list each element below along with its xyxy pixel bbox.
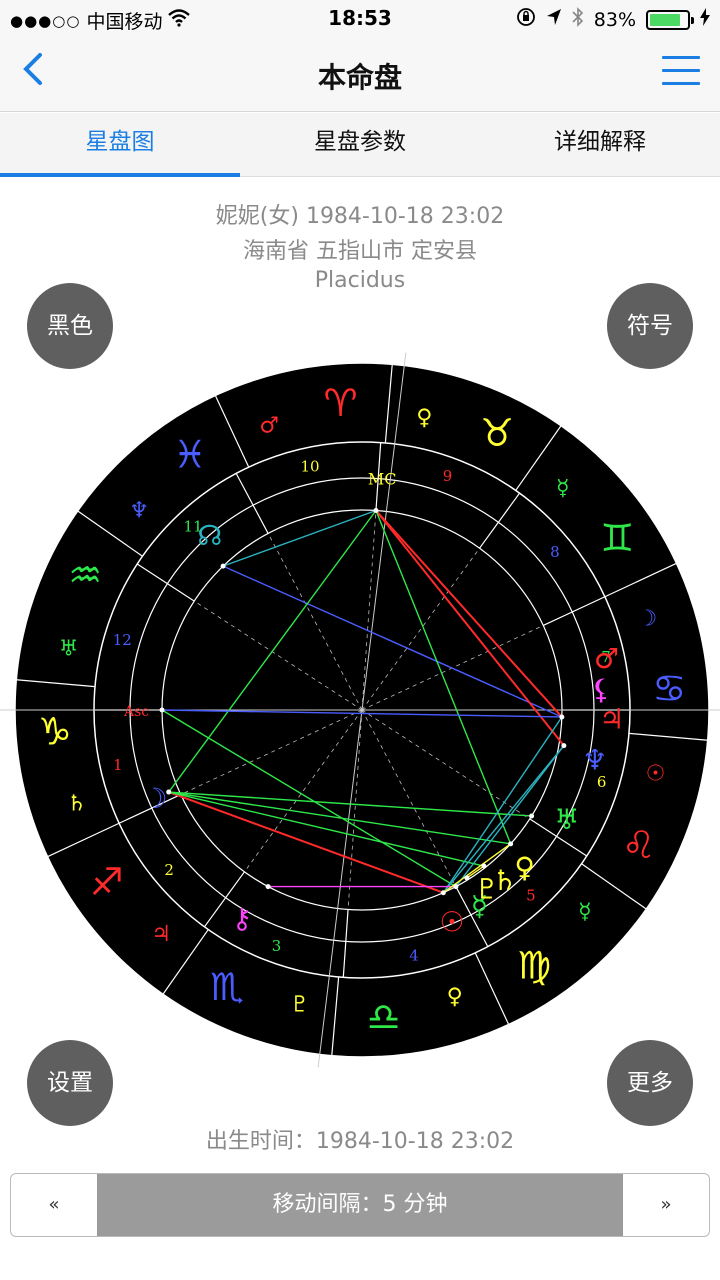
settings-button[interactable]: 设置 <box>27 1040 113 1126</box>
battery-icon <box>646 9 694 30</box>
zodiac-sign-glyph: ♍ <box>517 943 551 987</box>
zodiac-sign-glyph: ♏ <box>210 965 244 1009</box>
sign-ruler-glyph: ♆ <box>129 498 149 523</box>
house-number: 9 <box>443 467 453 485</box>
zodiac-sign-glyph: ♎ <box>366 995 400 1039</box>
sign-ruler-glyph: ☿ <box>556 476 570 501</box>
time-stepper: « 移动间隔：5 分钟 » <box>10 1173 710 1237</box>
house-number: 1 <box>113 756 123 774</box>
moon-glyph: ☽ <box>142 782 167 815</box>
person-info: 妮妮(女) 1984-10-18 23:02 <box>215 204 505 229</box>
zodiac-sign-glyph: ♋ <box>652 667 686 711</box>
sign-ruler-glyph: ♂ <box>259 414 279 439</box>
lilith-glyph: ⚸ <box>591 673 612 706</box>
sign-ruler-glyph: ♀ <box>416 406 432 431</box>
menu-button[interactable] <box>662 56 700 86</box>
asc-label: Asc <box>123 704 149 720</box>
venus-glyph: ♀ <box>514 851 535 884</box>
hamburger-icon <box>662 56 700 59</box>
next-step-button[interactable]: » <box>623 1174 709 1236</box>
uranus-glyph: ♅ <box>554 803 579 836</box>
aspect-point <box>373 507 379 513</box>
house-number: 2 <box>164 861 174 879</box>
node-glyph: ☊ <box>197 519 222 552</box>
house-number: 5 <box>526 886 536 904</box>
status-right: 83% <box>516 7 710 32</box>
tab-chart[interactable]: 星盘图 <box>0 113 240 177</box>
house-number: 3 <box>272 937 282 955</box>
zodiac-sign-glyph: ♈ <box>323 381 357 425</box>
tab-interpretation[interactable]: 详细解释 <box>480 113 720 176</box>
sign-ruler-glyph: ♅ <box>59 637 79 662</box>
zodiac-sign-glyph: ♌ <box>622 823 656 867</box>
jupiter-glyph: ♃ <box>599 703 624 736</box>
sign-ruler-glyph: ♀ <box>447 984 463 1009</box>
zodiac-sign-glyph: ♒ <box>68 553 102 597</box>
aspect-point <box>481 863 487 869</box>
step-interval[interactable]: 移动间隔：5 分钟 <box>97 1174 623 1236</box>
aspect-point <box>159 707 165 713</box>
page-title: 本命盘 <box>317 61 402 94</box>
zodiac-sign-glyph: ♉ <box>480 411 514 455</box>
nav-bar: 本命盘 <box>0 36 720 112</box>
sign-ruler-glyph: ☽ <box>637 606 657 631</box>
house-number: 4 <box>409 947 419 965</box>
house-system: Placidus <box>314 268 406 293</box>
aspect-point <box>559 714 565 720</box>
aspect-point <box>220 563 226 569</box>
zodiac-sign-glyph: ♑ <box>38 709 72 753</box>
mars-glyph: ♂ <box>594 642 619 675</box>
sign-ruler-glyph: ♄ <box>67 792 87 817</box>
zodiac-sign-glyph: ♊ <box>600 516 634 560</box>
tab-bar: 星盘图 星盘参数 详细解释 <box>0 113 720 177</box>
birth-time: 出生时间：1984-10-18 23:02 <box>205 1129 515 1154</box>
sign-ruler-glyph: ♇ <box>290 992 310 1017</box>
zodiac-sign-glyph: ♓ <box>173 433 207 477</box>
zodiac-sign-glyph: ♐ <box>90 860 124 904</box>
aspect-point <box>265 884 271 890</box>
pluto-glyph: ♇ <box>474 873 499 906</box>
house-number: 12 <box>113 631 132 649</box>
aspect-point <box>508 841 514 847</box>
chiron-glyph: ⚷ <box>232 902 253 935</box>
aspect-point <box>453 884 459 890</box>
tab-parameters[interactable]: 星盘参数 <box>240 113 480 176</box>
sign-ruler-glyph: ☿ <box>578 900 592 925</box>
sign-ruler-glyph: ♃ <box>151 922 171 947</box>
more-button[interactable]: 更多 <box>607 1040 693 1126</box>
natal-chart: 123456789101112♈♂♓♆♒♅♑♄♐♃♏ ♇ ♎ ♀♍☿♌☉♋☽♊☿♉♀A… <box>0 352 720 1068</box>
bluetooth-icon <box>572 7 584 32</box>
aspect-point <box>561 743 567 749</box>
charging-icon <box>700 8 710 31</box>
house-number: 8 <box>550 543 560 561</box>
aspect-point <box>529 813 535 819</box>
sun-glyph: ☉ <box>439 906 464 939</box>
status-bar: ●●●○○ 中国移动 18:53 83% <box>0 0 720 36</box>
aspect-point <box>440 890 446 896</box>
sign-ruler-glyph: ☉ <box>646 761 666 786</box>
mc-label: MC <box>368 470 397 489</box>
aspect-point <box>464 875 470 881</box>
rotation-lock-icon <box>516 7 536 32</box>
neptune-glyph: ♆ <box>582 743 607 776</box>
location-icon <box>546 8 562 31</box>
prev-step-button[interactable]: « <box>11 1174 97 1236</box>
birth-location: 海南省 五指山市 定安县 <box>243 239 477 264</box>
house-number: 10 <box>300 457 319 475</box>
battery-percent: 83% <box>593 8 636 31</box>
